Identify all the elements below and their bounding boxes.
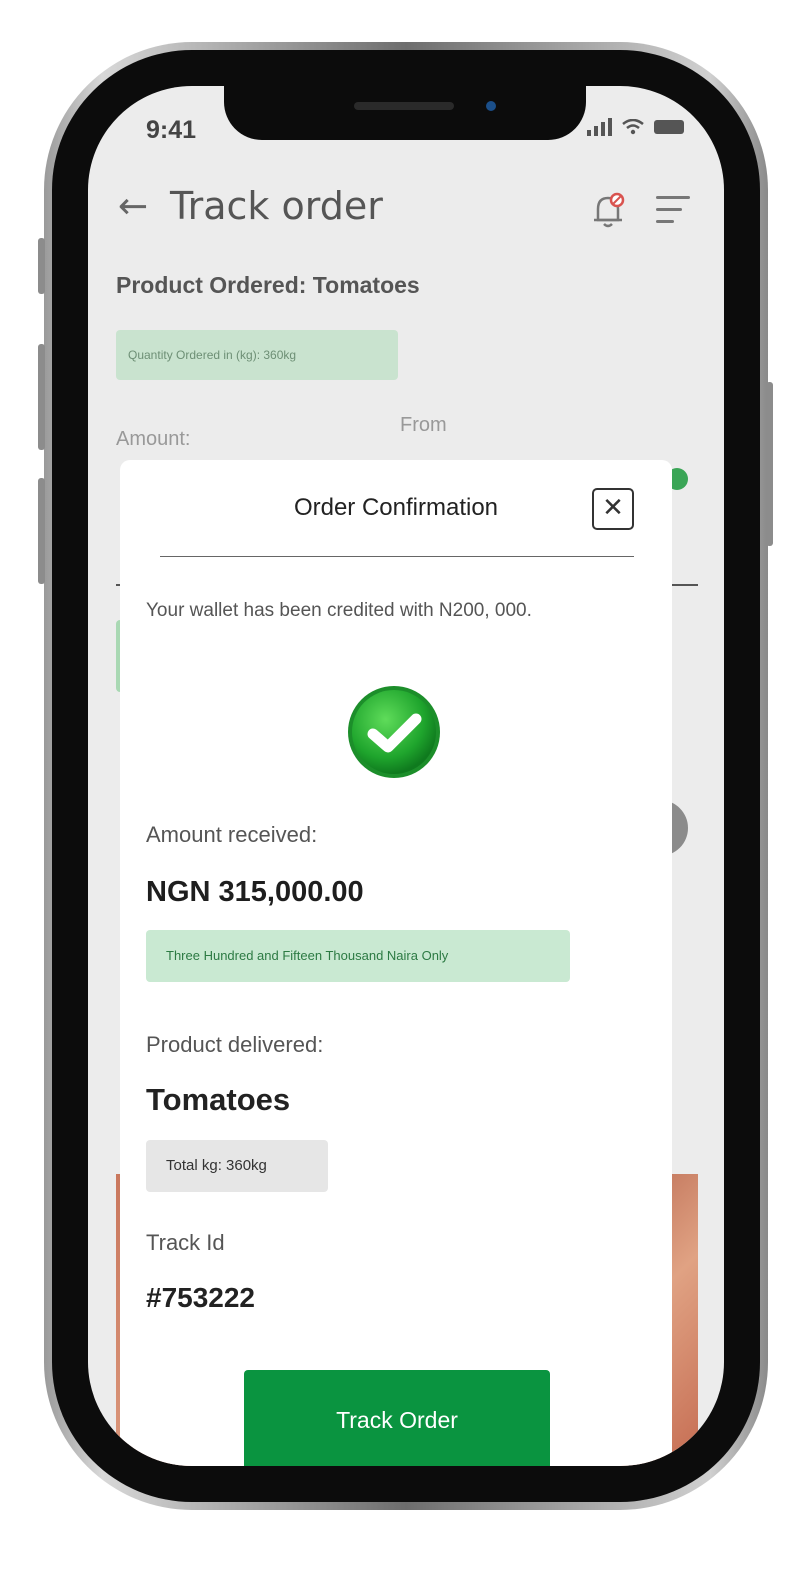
product-ordered-text: Product Ordered: Tomatoes <box>116 272 420 298</box>
volume-up-button <box>38 344 45 450</box>
quantity-badge: Quantity Ordered in (kg): 360kg <box>116 330 398 380</box>
status-icons <box>587 118 684 136</box>
total-kg-badge: Total kg: 360kg <box>146 1140 328 1192</box>
signal-icon <box>587 118 612 136</box>
wifi-icon <box>622 119 644 135</box>
page-title: Track order <box>170 184 383 228</box>
mute-switch <box>38 238 45 294</box>
notification-bell-icon[interactable] <box>588 190 628 230</box>
screen: 9:41 ← Track order Product Ordered: Toma… <box>88 86 724 1466</box>
menu-icon[interactable] <box>656 196 690 226</box>
amount-in-words-badge: Three Hundred and Fifteen Thousand Naira… <box>146 930 570 982</box>
track-id-value: #753222 <box>146 1282 256 1313</box>
notch <box>224 86 586 140</box>
camera <box>486 101 496 111</box>
product-delivered-value: Tomatoes <box>146 1082 291 1117</box>
back-arrow-icon[interactable]: ← <box>118 186 148 227</box>
success-check-icon <box>348 686 440 778</box>
track-id-label: Track Id <box>146 1230 225 1255</box>
status-time: 9:41 <box>146 116 197 144</box>
track-order-button[interactable]: Track Order <box>244 1370 550 1466</box>
close-button[interactable]: ✕ <box>592 488 634 530</box>
power-button <box>766 382 773 546</box>
from-label: From <box>400 414 447 436</box>
modal-title: Order Confirmation <box>293 494 499 521</box>
order-confirmation-modal: Order Confirmation ✕ Your wallet has bee… <box>120 460 672 1466</box>
speaker <box>354 102 454 110</box>
product-delivered-label: Product delivered: <box>146 1032 324 1057</box>
battery-icon <box>654 120 684 134</box>
modal-divider <box>160 556 634 557</box>
amount-received-label: Amount received: <box>146 822 318 847</box>
amount-received-value: NGN 315,000.00 <box>146 876 364 908</box>
amount-label: Amount: <box>116 428 191 450</box>
volume-down-button <box>38 478 45 584</box>
wallet-credit-message: Your wallet has been credited with N200,… <box>146 600 532 621</box>
